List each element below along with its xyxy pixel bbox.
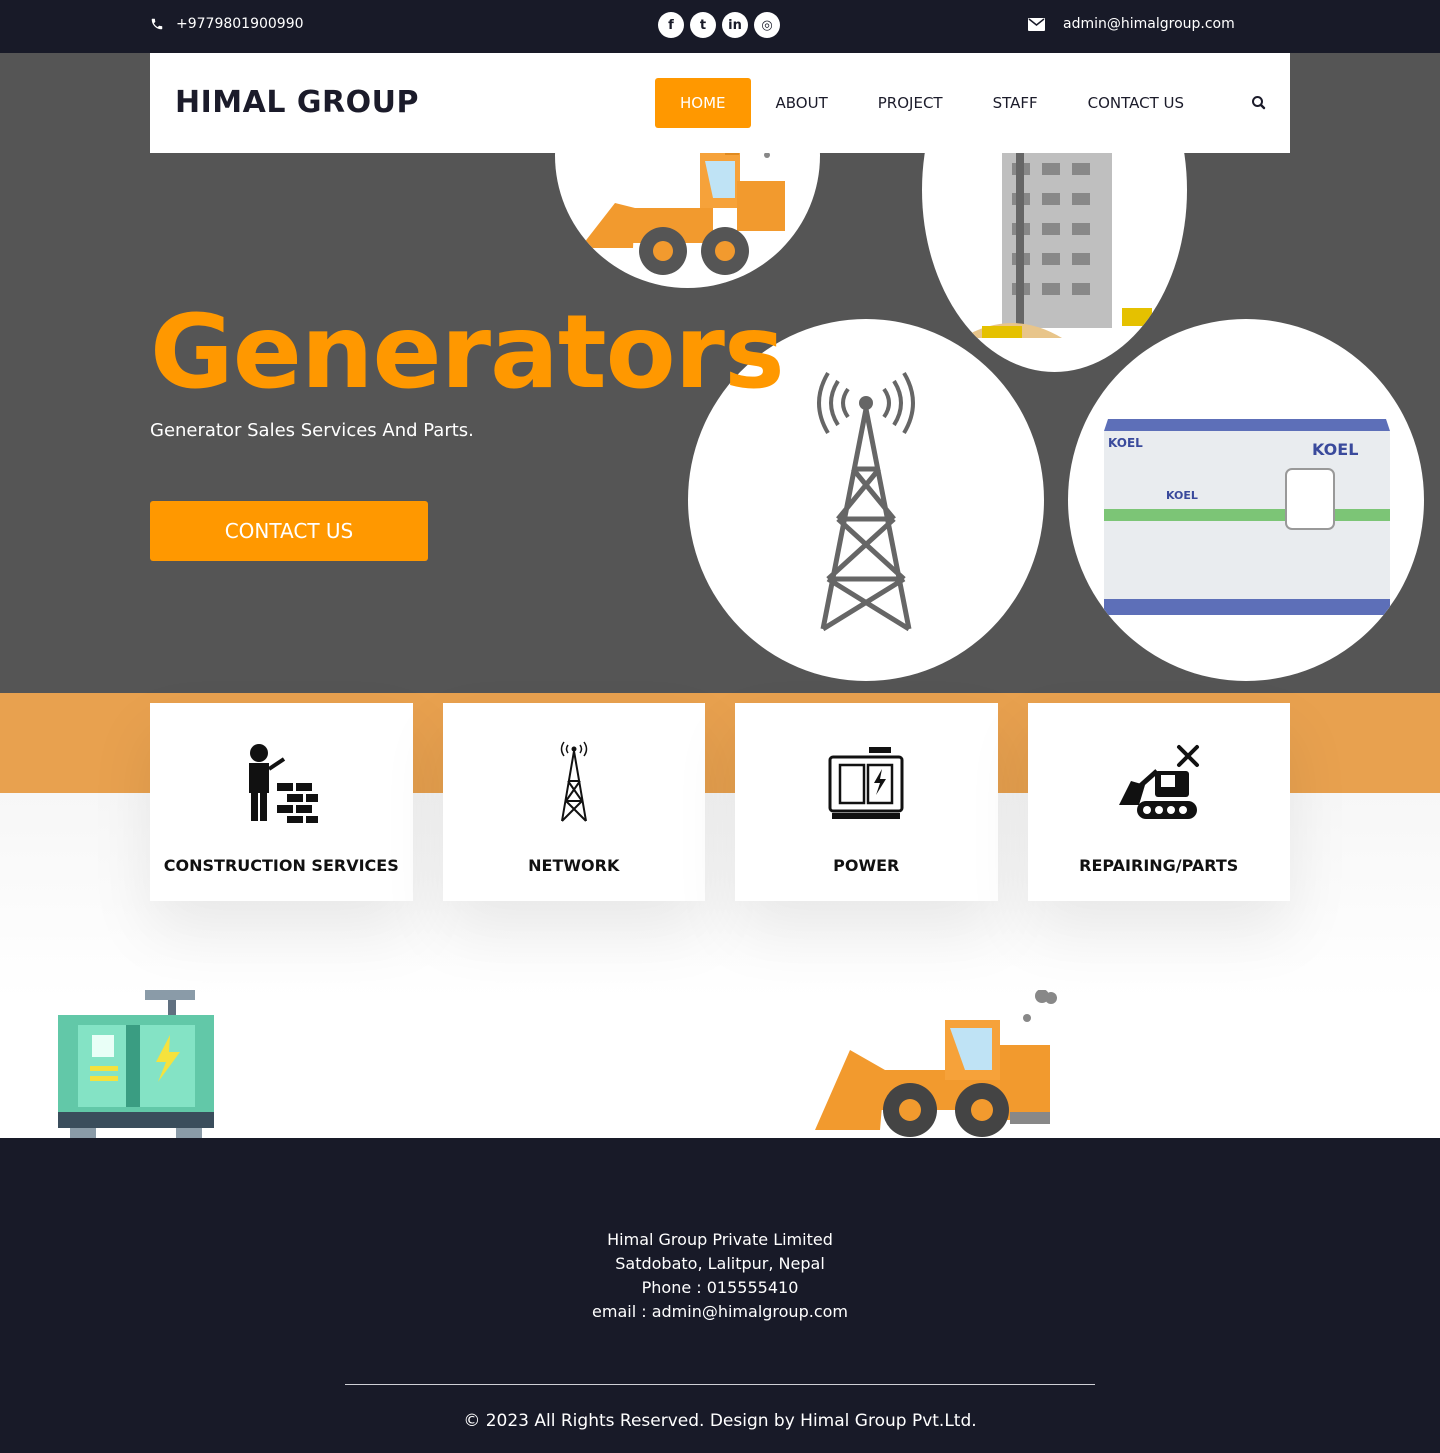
hero-subtitle: Generator Sales Services And Parts. — [150, 420, 474, 441]
services-list: CONSTRUCTION SERVICES NETWORK POWER REPA… — [150, 703, 1290, 901]
facebook-icon[interactable]: f — [658, 12, 684, 38]
nav-project[interactable]: PROJECT — [853, 78, 968, 128]
footer-copyright: © 2023 All Rights Reserved. Design by Hi… — [463, 1411, 977, 1431]
phone-icon — [151, 18, 163, 30]
koel-generator-illustration: KOEL KOEL KOEL — [1104, 419, 1390, 615]
service-label: POWER — [833, 856, 900, 875]
footer-email[interactable]: email : admin@himalgroup.com — [0, 1300, 1440, 1324]
footer-address: Satdobato, Lalitpur, Nepal — [615, 1254, 825, 1273]
main-nav: HOME ABOUT PROJECT STAFF CONTACT US — [655, 78, 1209, 128]
top-bar: +9779801900990 f t in ◎ admin@himalgroup… — [0, 0, 1440, 53]
generator-circle: KOEL KOEL KOEL — [1068, 319, 1424, 681]
generator-icon — [828, 747, 904, 819]
loader-illustration — [815, 990, 1057, 1137]
nav-about[interactable]: ABOUT — [751, 78, 853, 128]
top-email[interactable]: admin@himalgroup.com — [1028, 16, 1235, 32]
top-phone[interactable]: +9779801900990 — [150, 16, 304, 32]
footer-phone[interactable]: Phone : 015555410 — [0, 1276, 1440, 1300]
hero-title: Generators — [150, 293, 785, 412]
twitter-icon[interactable]: t — [690, 12, 716, 38]
envelope-icon — [1028, 17, 1045, 31]
top-email-text: admin@himalgroup.com — [1063, 16, 1235, 32]
footer-contact-info: Himal Group Private Limited Satdobato, L… — [0, 1228, 1440, 1324]
service-label: CONSTRUCTION SERVICES — [163, 856, 399, 875]
site-logo[interactable]: HIMAL GROUP — [175, 85, 419, 120]
service-card-power[interactable]: POWER — [735, 703, 998, 901]
nav-staff[interactable]: STAFF — [968, 78, 1063, 128]
tower-icon — [560, 741, 587, 822]
instagram-icon[interactable]: ◎ — [754, 12, 780, 38]
hero-contact-button[interactable]: CONTACT US — [150, 501, 428, 561]
svg-text:KOEL: KOEL — [1166, 489, 1198, 502]
search-icon[interactable] — [1250, 94, 1268, 112]
service-card-construction[interactable]: CONSTRUCTION SERVICES — [150, 703, 413, 901]
svg-text:KOEL: KOEL — [1312, 440, 1358, 459]
service-card-network[interactable]: NETWORK — [442, 703, 705, 901]
service-label: NETWORK — [528, 856, 620, 875]
excavator-repair-icon — [1118, 745, 1199, 819]
footer-divider — [345, 1384, 1095, 1385]
nav-contact-us[interactable]: CONTACT US — [1063, 78, 1209, 128]
navbar: HIMAL GROUP HOME ABOUT PROJECT STAFF CON… — [150, 53, 1290, 153]
top-phone-text: +9779801900990 — [176, 16, 304, 32]
construction-worker-icon — [249, 744, 319, 823]
hero-section: HIMAL GROUP HOME ABOUT PROJECT STAFF CON… — [0, 53, 1440, 693]
linkedin-icon[interactable]: in — [722, 12, 748, 38]
footer: Himal Group Private Limited Satdobato, L… — [0, 1138, 1440, 1453]
social-links: f t in ◎ — [658, 12, 780, 38]
green-generator-illustration — [58, 990, 214, 1138]
svg-text:KOEL: KOEL — [1108, 436, 1143, 450]
nav-home[interactable]: HOME — [655, 78, 751, 128]
footer-company: Himal Group Private Limited — [607, 1230, 833, 1249]
service-label: REPAIRING/PARTS — [1079, 856, 1239, 875]
service-card-repairing[interactable]: REPAIRING/PARTS — [1027, 703, 1290, 901]
